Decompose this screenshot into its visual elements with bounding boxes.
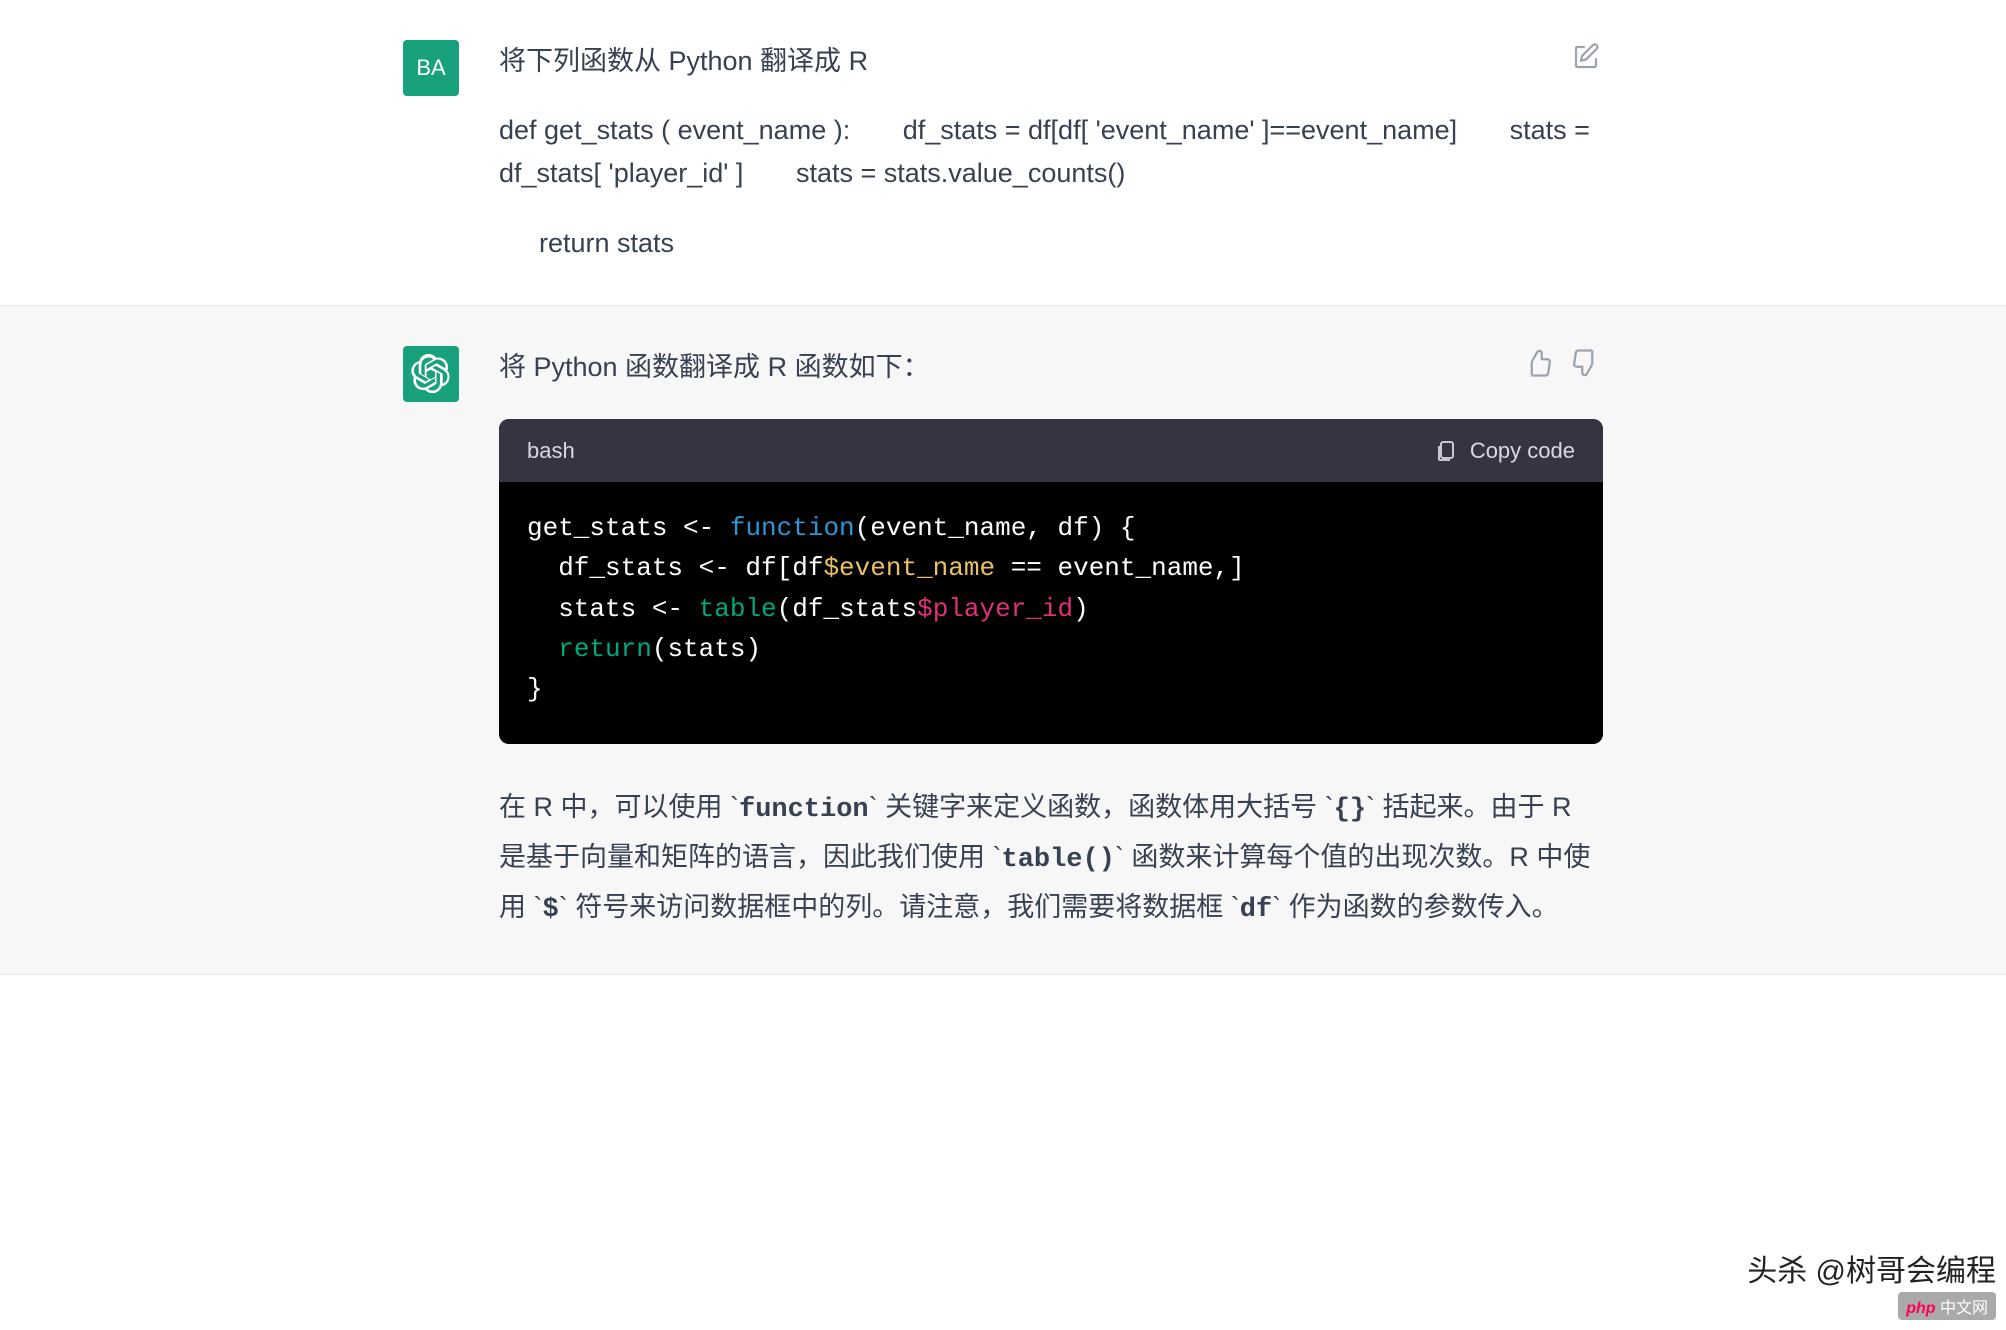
user-actions	[1569, 40, 1603, 74]
user-prompt-return: return stats	[499, 222, 1603, 265]
code-content: get_stats <- function(event_name, df) { …	[499, 482, 1603, 743]
user-avatar-initials: BA	[416, 55, 445, 81]
code-language-label: bash	[527, 433, 575, 468]
assistant-avatar	[403, 346, 459, 402]
assistant-message: 将 Python 函数翻译成 R 函数如下： bash Copy code ge…	[403, 346, 1603, 935]
assistant-content: 将 Python 函数翻译成 R 函数如下： bash Copy code ge…	[499, 346, 1603, 935]
assistant-explanation: 在 R 中，可以使用 `function` 关键字来定义函数，函数体用大括号 `…	[499, 784, 1603, 935]
assistant-message-row: 将 Python 函数翻译成 R 函数如下： bash Copy code ge…	[0, 306, 2006, 976]
code-header: bash Copy code	[499, 419, 1603, 482]
edit-icon[interactable]	[1569, 40, 1603, 74]
assistant-intro: 将 Python 函数翻译成 R 函数如下：	[499, 346, 1603, 389]
copy-code-label: Copy code	[1470, 433, 1575, 468]
watermark-badge: php 中文网	[1898, 1292, 1996, 1320]
clipboard-icon	[1434, 437, 1458, 465]
openai-logo-icon	[411, 354, 451, 394]
code-block: bash Copy code get_stats <- function(eve…	[499, 419, 1603, 744]
thumbs-down-icon[interactable]	[1569, 346, 1603, 380]
user-content: 将下列函数从 Python 翻译成 R def get_stats ( even…	[499, 40, 1603, 265]
watermark-text: 头杀 @树哥会编程	[1747, 1246, 1996, 1290]
user-avatar: BA	[403, 40, 459, 96]
copy-code-button[interactable]: Copy code	[1434, 433, 1575, 468]
user-prompt-title: 将下列函数从 Python 翻译成 R	[499, 40, 1603, 83]
user-message-row: BA 将下列函数从 Python 翻译成 R def get_stats ( e…	[0, 0, 2006, 306]
user-prompt-code: def get_stats ( event_name ): df_stats =…	[499, 109, 1603, 195]
watermark: 头杀 @树哥会编程 php 中文网	[1747, 1246, 1996, 1320]
thumbs-up-icon[interactable]	[1521, 346, 1555, 380]
user-message: BA 将下列函数从 Python 翻译成 R def get_stats ( e…	[403, 40, 1603, 265]
assistant-actions	[1521, 346, 1603, 380]
